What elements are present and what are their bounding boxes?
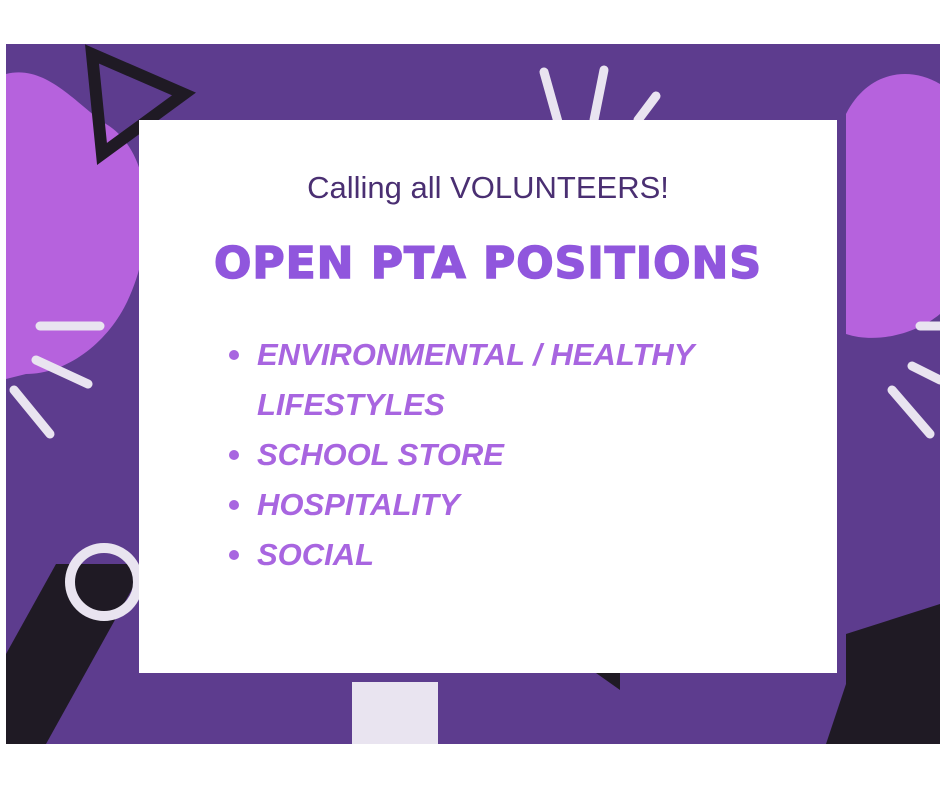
- list-item: ENVIRONMENTAL / HEALTHY LIFESTYLES: [227, 330, 807, 430]
- position-label: SCHOOL STORE: [257, 437, 504, 472]
- subtitle: Calling all VOLUNTEERS!: [307, 170, 669, 205]
- list-item: HOSPITALITY: [227, 480, 807, 530]
- burst-line-1: [539, 67, 563, 127]
- burst-line-2: [589, 65, 609, 125]
- flyer-canvas: Calling all VOLUNTEERS! OPEN PTA POSITIO…: [0, 0, 940, 788]
- bottom-right-triangle-shape: [826, 604, 940, 744]
- left-blob-shape: [6, 72, 147, 379]
- position-label: HOSPITALITY: [257, 487, 460, 522]
- burst-line-9: [887, 385, 935, 439]
- bullet-icon: [229, 500, 239, 510]
- position-label: ENVIRONMENTAL / HEALTHY LIFESTYLES: [257, 337, 695, 422]
- page-title: OPEN PTA POSITIONS: [213, 237, 763, 290]
- announcement-card: Calling all VOLUNTEERS! OPEN PTA POSITIO…: [139, 120, 837, 673]
- burst-line-6: [9, 385, 55, 439]
- burst-line-3: [633, 91, 661, 125]
- bullet-icon: [229, 450, 239, 460]
- list-item: SOCIAL: [227, 530, 807, 580]
- bottom-wedge-shape: [596, 673, 620, 690]
- burst-line-8: [907, 361, 940, 385]
- list-item: SCHOOL STORE: [227, 430, 807, 480]
- bullet-icon: [229, 550, 239, 560]
- position-label: SOCIAL: [257, 537, 375, 572]
- bullet-icon: [229, 350, 239, 360]
- pedestal-shape: [352, 682, 438, 744]
- right-blob-shape: [846, 74, 940, 338]
- positions-list: ENVIRONMENTAL / HEALTHY LIFESTYLES SCHOO…: [227, 330, 807, 580]
